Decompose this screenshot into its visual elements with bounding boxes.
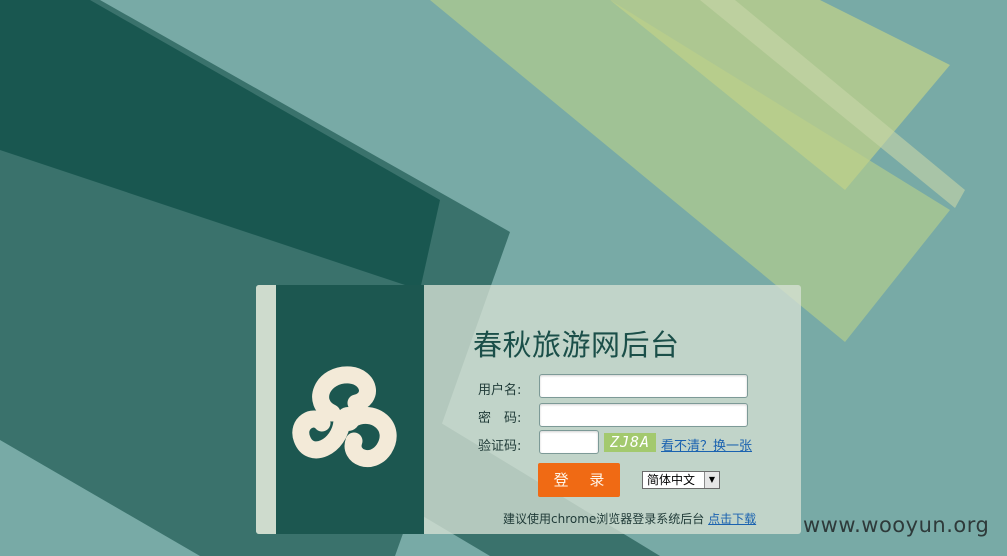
password-input[interactable] xyxy=(539,403,748,427)
watermark: www.wooyun.org xyxy=(803,513,990,537)
language-select-value: 简体中文 xyxy=(647,473,696,487)
page-title: 春秋旅游网后台 xyxy=(473,328,680,362)
browser-hint: 建议使用chrome浏览器登录系统后台 点击下载 xyxy=(503,510,756,527)
browser-hint-text: 建议使用chrome浏览器登录系统后台 xyxy=(503,512,705,526)
language-select[interactable]: 简体中文 ▼ xyxy=(642,471,720,489)
login-card-edge xyxy=(256,285,276,534)
refresh-captcha-link[interactable]: 看不清？换一张 xyxy=(661,435,752,454)
chevron-down-icon[interactable]: ▼ xyxy=(704,472,719,488)
triskelion-logo-icon xyxy=(292,366,397,467)
captcha-input[interactable] xyxy=(539,430,599,454)
username-input[interactable] xyxy=(539,374,748,398)
password-label: 密 码: xyxy=(478,411,522,426)
download-link[interactable]: 点击下载 xyxy=(708,512,756,526)
login-button[interactable]: 登 录 xyxy=(538,463,620,497)
captcha-image[interactable]: ZJ8A xyxy=(604,433,656,452)
captcha-label: 验证码: xyxy=(478,439,522,454)
username-label: 用户名: xyxy=(478,383,522,398)
